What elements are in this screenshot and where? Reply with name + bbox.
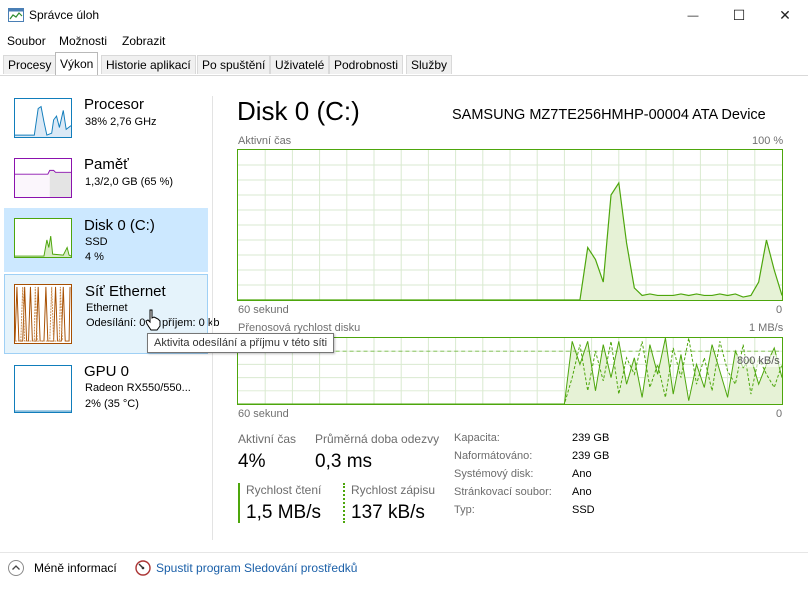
menu-view[interactable]: Zobrazit	[122, 34, 165, 48]
close-icon: ✕	[779, 7, 791, 23]
active-time-graph	[237, 149, 783, 301]
read-speed-value: 1,5 MB/s	[246, 502, 321, 523]
graph1-label: Aktivní čas	[238, 135, 292, 147]
gpu-usage: 2% (35 °C)	[85, 398, 139, 410]
read-speed-label: Rychlost čtení	[246, 483, 322, 497]
network-tooltip: Aktivita odesílání a příjmu v této síti	[147, 333, 335, 353]
close-button[interactable]: ✕	[762, 0, 808, 31]
gpu-model: Radeon RX550/550...	[85, 382, 191, 394]
sidebar-item-gpu[interactable]: GPU 0 Radeon RX550/550... 2% (35 °C)	[4, 358, 208, 416]
title-bar: Správce úloh — ☐ ✕	[0, 0, 808, 31]
disk-type: SSD	[85, 236, 108, 248]
graph2-min: 0	[776, 408, 783, 420]
ethernet-send: Odesílání: 0	[86, 317, 146, 329]
tab-app-history[interactable]: Historie aplikací	[101, 55, 196, 74]
hand-cursor-icon	[145, 309, 161, 331]
formatted-label: Naformátováno:	[454, 450, 533, 462]
gpu-thumbnail	[14, 365, 72, 413]
resource-monitor-icon[interactable]	[135, 560, 151, 576]
disk-usage: 4 %	[85, 251, 104, 263]
gpu-name: GPU 0	[84, 363, 130, 380]
memory-name: Paměť	[84, 156, 129, 173]
detail-title: Disk 0 (C:)	[237, 96, 360, 126]
sidebar-item-memory[interactable]: Paměť 1,3/2,0 GB (65 %)	[4, 148, 208, 206]
tab-strip: Procesy Výkon Historie aplikací Po spušt…	[0, 52, 808, 76]
capacity-value: 239 GB	[572, 432, 610, 444]
type-value: SSD	[572, 504, 595, 516]
sidebar-item-cpu[interactable]: Procesor 38% 2,76 GHz	[4, 88, 208, 146]
page-file-value: Ano	[572, 486, 592, 498]
graph2-xlabel: 60 sekund	[238, 408, 289, 420]
graph1-min: 0	[776, 304, 783, 316]
menu-options[interactable]: Možnosti	[59, 34, 107, 48]
ethernet-adapter: Ethernet	[86, 302, 128, 314]
tab-processes[interactable]: Procesy	[3, 55, 57, 74]
window-title: Správce úloh	[29, 8, 100, 22]
footer: Méně informací Spustit program Sledování…	[0, 552, 808, 585]
cpu-name: Procesor	[84, 96, 145, 113]
write-speed-value: 137 kB/s	[351, 502, 425, 523]
menu-file[interactable]: Soubor	[7, 34, 46, 48]
graph1-max: 100 %	[752, 135, 784, 147]
active-time-label: Aktivní čas	[238, 432, 297, 446]
disk-name: Disk 0 (C:)	[84, 217, 155, 234]
maximize-button[interactable]: ☐	[716, 0, 762, 31]
graph2-max: 1 MB/s	[749, 322, 784, 334]
formatted-value: 239 GB	[572, 450, 610, 462]
tab-details[interactable]: Podrobnosti	[329, 55, 404, 74]
memory-usage: 1,3/2,0 GB (65 %)	[85, 176, 174, 188]
tab-services[interactable]: Služby	[406, 55, 453, 74]
open-resource-monitor-link[interactable]: Spustit program Sledování prostředků	[156, 561, 357, 575]
task-manager-icon	[8, 8, 24, 22]
cpu-usage: 38% 2,76 GHz	[85, 116, 157, 128]
avg-response-value: 0,3 ms	[315, 451, 373, 472]
tab-performance[interactable]: Výkon	[55, 52, 99, 75]
disk-model: SAMSUNG MZ7TE256HMHP-00004 ATA Device	[452, 107, 766, 123]
read-speed-indicator	[238, 483, 240, 523]
system-disk-label: Systémový disk:	[454, 468, 534, 480]
page-file-label: Stránkovací soubor:	[454, 486, 552, 498]
panel-splitter[interactable]	[212, 96, 213, 540]
capacity-label: Kapacita:	[454, 432, 500, 444]
graph1-xlabel: 60 sekund	[238, 304, 289, 316]
ethernet-receive: příjem: 0 kb	[162, 317, 220, 329]
menu-bar: Soubor Možnosti Zobrazit	[0, 31, 808, 51]
minimize-icon: —	[687, 9, 699, 22]
ethernet-name: Síť Ethernet	[85, 283, 166, 300]
type-label: Typ:	[454, 504, 475, 516]
memory-thumbnail	[14, 158, 72, 198]
resource-list: Procesor 38% 2,76 GHz Paměť 1,3/2,0 GB (…	[0, 76, 219, 542]
chevron-up-icon[interactable]	[8, 560, 24, 576]
sidebar-item-disk-0[interactable]: Disk 0 (C:) SSD 4 %	[4, 208, 208, 272]
system-disk-value: Ano	[572, 468, 592, 480]
cpu-thumbnail	[14, 98, 72, 138]
fewer-details-link[interactable]: Méně informací	[34, 561, 117, 575]
write-speed-indicator	[343, 483, 345, 523]
avg-response-label: Průměrná doba odezvy	[315, 432, 440, 446]
active-time-value: 4%	[238, 451, 266, 472]
write-speed-label: Rychlost zápisu	[351, 483, 436, 497]
graph2-marker: 800 kB/s	[737, 355, 780, 367]
tab-users[interactable]: Uživatelé	[270, 55, 330, 74]
minimize-button[interactable]: —	[670, 0, 716, 31]
disk-thumbnail	[14, 218, 72, 258]
tab-startup[interactable]: Po spuštění	[197, 55, 271, 74]
ethernet-thumbnail	[14, 284, 72, 344]
maximize-icon: ☐	[732, 7, 746, 23]
